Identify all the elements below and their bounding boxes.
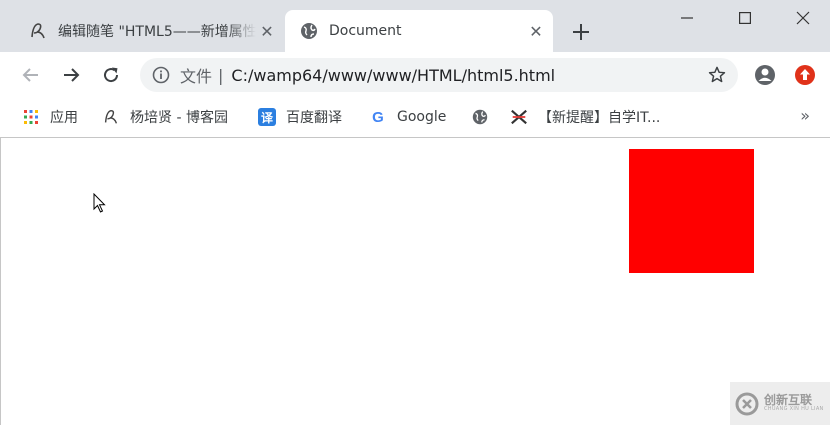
url-text[interactable]: C:/wamp64/www/www/HTML/html5.html	[231, 66, 555, 85]
tab-strip: 编辑随笔 "HTML5——新增属性" ✕ Document ✕	[0, 0, 830, 52]
bookmark-label: 【新提醒】自学IT...	[538, 110, 661, 126]
back-arrow-icon	[22, 68, 38, 82]
info-icon[interactable]	[152, 66, 170, 84]
watermark-logo-icon	[735, 392, 759, 415]
bookmark-label: 应用	[50, 110, 78, 126]
window-close-button[interactable]	[774, 0, 830, 36]
cnblogs-icon	[102, 108, 120, 126]
minimize-button[interactable]	[658, 0, 716, 36]
bookmark-label: 百度翻译	[286, 110, 342, 126]
reload-button[interactable]	[97, 61, 125, 89]
bookmark-star-icon[interactable]	[708, 66, 726, 84]
bookmark-apps[interactable]: 应用	[22, 105, 78, 129]
bookmark-it-forum[interactable]: 【新提醒】自学IT...	[510, 105, 660, 129]
cnblogs-icon	[31, 23, 45, 39]
watermark-subtext: CHUANG XIN HU LIAN	[764, 406, 824, 413]
close-tab-icon[interactable]: ✕	[525, 20, 547, 42]
globe-icon	[471, 108, 489, 126]
tab-title: 编辑随笔 "HTML5——新增属性"	[58, 24, 256, 40]
url-scheme-label: 文件	[180, 67, 213, 86]
watermark: 创新互联 CHUANG XIN HU LIAN	[730, 382, 830, 425]
reload-icon	[104, 67, 119, 83]
account-icon	[755, 65, 775, 85]
bookmarks-overflow-button[interactable]: »	[800, 106, 810, 125]
back-button[interactable]	[17, 61, 45, 89]
plus-icon	[573, 24, 589, 40]
tab-document[interactable]: Document ✕	[285, 10, 553, 52]
close-tab-icon[interactable]: ✕	[256, 20, 278, 42]
bookmarks-bar: 应用 杨培贤 - 博客园 译 百度翻译 G Google 【新提醒】自学IT..…	[0, 98, 830, 138]
bookmark-cnblogs[interactable]: 杨培贤 - 博客园	[102, 105, 228, 129]
maximize-icon	[739, 12, 751, 24]
google-icon-glyph: G	[372, 108, 384, 126]
address-bar[interactable]: 文件 | C:/wamp64/www/www/HTML/html5.html	[140, 58, 738, 92]
new-tab-button[interactable]	[568, 19, 594, 45]
google-icon: G	[369, 108, 387, 126]
close-icon	[796, 11, 810, 25]
tab-blog-editor[interactable]: 编辑随笔 "HTML5——新增属性" ✕	[18, 10, 284, 52]
update-arrow-icon	[795, 65, 815, 85]
forward-button[interactable]	[57, 61, 85, 89]
translate-icon: 译	[258, 108, 276, 126]
update-button[interactable]	[791, 61, 819, 89]
forward-arrow-icon	[64, 68, 80, 82]
itblog-icon	[510, 108, 528, 126]
bookmark-label: 杨培贤 - 博客园	[130, 110, 228, 126]
red-box	[629, 149, 754, 273]
globe-icon	[301, 23, 317, 39]
navigation-toolbar: 文件 | C:/wamp64/www/www/HTML/html5.html	[0, 52, 830, 98]
minimize-icon	[681, 17, 693, 19]
bookmark-label: Google	[397, 109, 447, 125]
bookmark-google[interactable]: G Google	[369, 105, 446, 129]
viewport-edge	[0, 138, 4, 425]
apps-grid-icon	[22, 108, 40, 126]
maximize-button[interactable]	[716, 0, 774, 36]
mouse-cursor-icon	[93, 193, 106, 213]
profile-button[interactable]	[751, 61, 779, 89]
bookmark-baidu-translate[interactable]: 译 百度翻译	[258, 105, 342, 129]
translate-icon-glyph: 译	[260, 110, 273, 125]
bookmark-globe[interactable]	[471, 105, 499, 129]
tab-title: Document	[329, 23, 402, 39]
url-separator: |	[218, 65, 224, 85]
